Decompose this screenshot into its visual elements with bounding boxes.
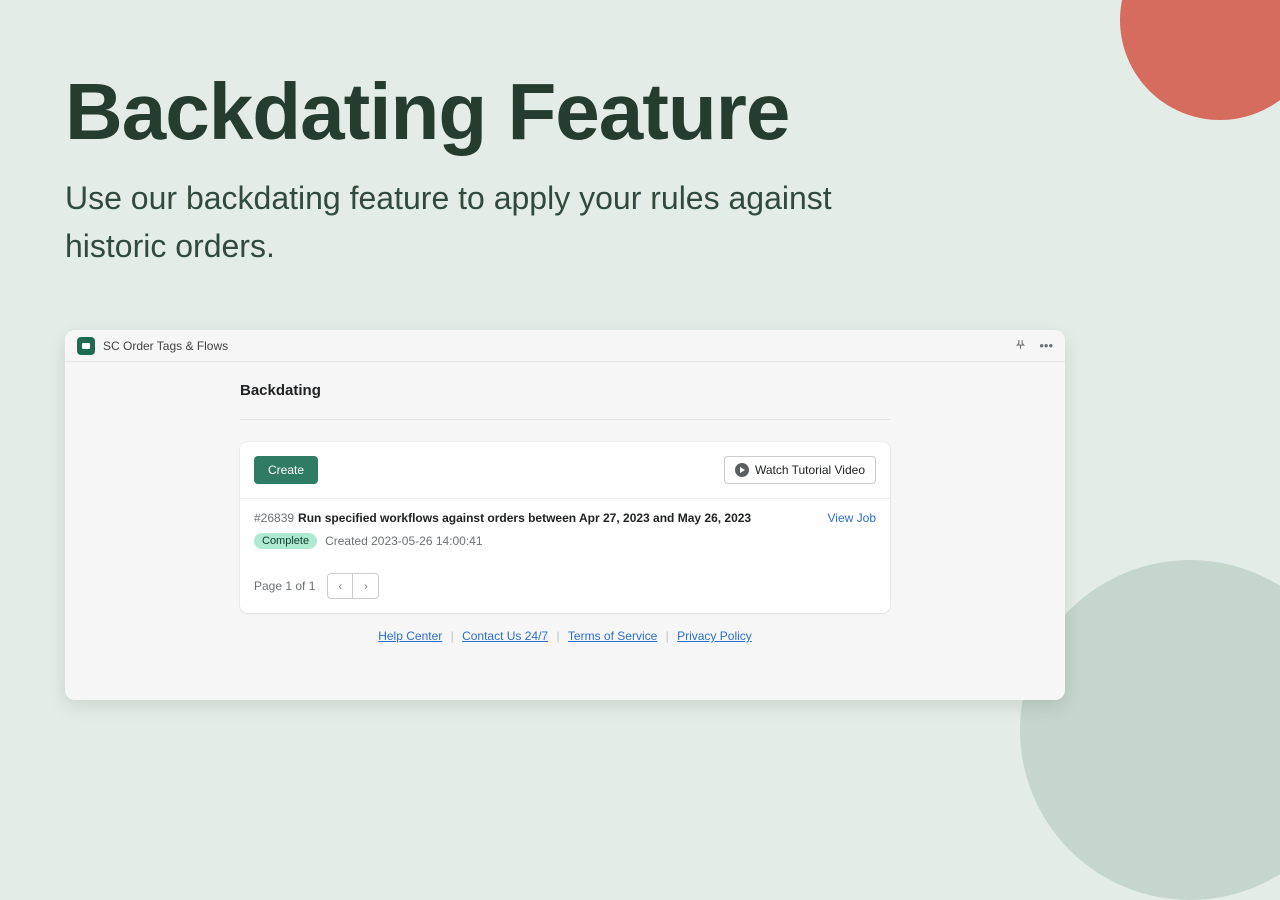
play-icon [735,463,749,477]
backdating-card: Create Watch Tutorial Video #26839 Run s… [240,442,890,613]
hero-section: Backdating Feature Use our backdating fe… [0,0,1280,300]
job-description: Run specified workflows against orders b… [298,511,827,525]
app-logo-icon [77,337,95,355]
footer-links: Help Center | Contact Us 24/7 | Terms of… [240,629,890,643]
terms-link[interactable]: Terms of Service [568,629,657,643]
view-job-link[interactable]: View Job [828,511,876,525]
app-header: SC Order Tags & Flows ••• [65,330,1065,362]
pin-icon[interactable] [1014,338,1027,354]
page-next-button[interactable]: › [353,573,379,599]
privacy-link[interactable]: Privacy Policy [677,629,752,643]
page-prev-button[interactable]: ‹ [327,573,353,599]
help-center-link[interactable]: Help Center [378,629,442,643]
app-title: SC Order Tags & Flows [103,339,1014,353]
pagination: Page 1 of 1 ‹ › [240,563,890,613]
status-badge: Complete [254,533,317,549]
page-text: Page 1 of 1 [254,579,315,593]
app-window: SC Order Tags & Flows ••• Backdating Cre… [65,330,1065,700]
contact-us-link[interactable]: Contact Us 24/7 [462,629,548,643]
job-id: #26839 [254,511,294,525]
more-icon[interactable]: ••• [1039,338,1053,353]
watch-tutorial-button[interactable]: Watch Tutorial Video [724,456,876,484]
hero-subtitle: Use our backdating feature to apply your… [65,174,885,270]
create-button[interactable]: Create [254,456,318,484]
tutorial-button-label: Watch Tutorial Video [755,463,865,477]
hero-title: Backdating Feature [65,70,1215,154]
job-row: #26839 Run specified workflows against o… [240,499,890,563]
section-title: Backdating [240,382,890,420]
created-text: Created 2023-05-26 14:00:41 [325,534,482,548]
